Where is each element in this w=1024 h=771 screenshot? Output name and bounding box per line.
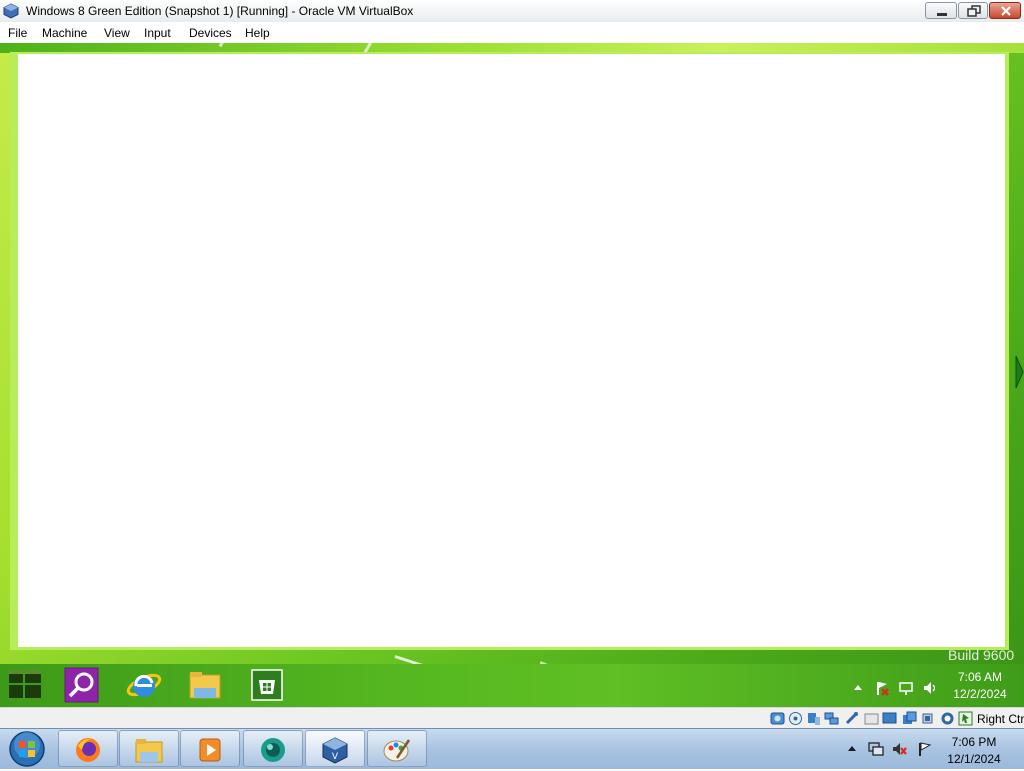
guest-internet-explorer-button[interactable] — [119, 664, 169, 706]
video-capture-icon[interactable] — [902, 711, 917, 726]
guest-file-explorer-button[interactable] — [180, 664, 230, 706]
optical-drive-icon[interactable] — [788, 711, 803, 726]
taskbar-explorer-button[interactable] — [119, 730, 179, 767]
network-icon[interactable] — [824, 711, 839, 726]
guest-taskbar: 7:06 AM 12/2/2024 — [0, 664, 1024, 707]
guest-date: 12/2/2024 — [953, 687, 1007, 701]
close-icon — [1001, 6, 1011, 16]
minimize-icon — [937, 13, 947, 16]
blank-window-content[interactable] — [18, 54, 1005, 647]
vm-statusbar: Right Ctrl — [0, 707, 1024, 729]
host-date: 12/1/2024 — [947, 752, 1001, 766]
svg-text:V: V — [332, 752, 339, 762]
firefox-icon — [76, 738, 100, 762]
close-button[interactable] — [989, 2, 1021, 19]
guest-screen[interactable]: Build 9600 7:06 AM 12/2/2024 — [0, 43, 1024, 707]
paint-icon — [383, 739, 411, 762]
menu-machine[interactable]: Machine — [42, 26, 87, 40]
host-clock[interactable]: 7:06 PM 12/1/2024 — [944, 734, 1004, 768]
volume-muted-icon[interactable] — [892, 741, 908, 757]
menu-help[interactable]: Help — [245, 26, 270, 40]
audio-icon[interactable] — [806, 711, 821, 726]
folder-icon — [189, 672, 221, 699]
network-icon[interactable] — [868, 741, 884, 757]
guest-store-button[interactable] — [242, 664, 292, 706]
teal-app-icon — [261, 738, 285, 762]
show-hidden-icons-icon[interactable] — [850, 680, 866, 696]
guest-additions-icon[interactable] — [940, 711, 955, 726]
taskbar-firefox-button[interactable] — [58, 730, 118, 767]
menu-view[interactable]: View — [104, 26, 130, 40]
restore-button[interactable] — [958, 2, 988, 19]
hard-disk-icon[interactable] — [770, 711, 785, 726]
guest-time: 7:06 AM — [957, 670, 1003, 684]
guest-start-button[interactable] — [0, 664, 50, 706]
menu-devices[interactable]: Devices — [189, 26, 232, 40]
volume-icon[interactable] — [922, 680, 938, 696]
display-icon[interactable] — [882, 711, 897, 726]
folder-icon — [135, 739, 163, 763]
network-icon[interactable] — [898, 680, 914, 696]
windows-orb-icon — [9, 731, 45, 767]
host-start-button[interactable] — [4, 730, 50, 767]
virtualbox-app-icon — [3, 3, 19, 19]
action-center-flag-icon[interactable] — [874, 680, 890, 696]
mouse-integration-icon[interactable] — [958, 711, 973, 726]
store-icon — [251, 669, 283, 701]
taskbar-virtualbox-button[interactable]: V — [305, 730, 365, 767]
host-key-label[interactable]: Right Ctrl — [977, 712, 1024, 726]
window-title: Windows 8 Green Edition (Snapshot 1) [Ru… — [26, 4, 414, 18]
taskbar-paint-button[interactable] — [367, 730, 427, 767]
guest-clock[interactable]: 7:06 AM 12/2/2024 — [950, 669, 1010, 703]
menu-input[interactable]: Input — [144, 26, 171, 40]
virtualbox-icon: V — [322, 737, 348, 764]
menubar: File Machine View Input Devices Help — [0, 22, 1024, 43]
cpu-icon[interactable] — [920, 711, 935, 726]
host-time: 7:06 PM — [951, 735, 997, 749]
media-player-icon — [199, 738, 221, 762]
usb-icon[interactable] — [844, 711, 859, 726]
restore-icon — [967, 5, 981, 17]
search-icon — [64, 667, 99, 703]
charms-arrow-icon[interactable] — [1015, 355, 1024, 389]
action-center-flag-icon[interactable] — [916, 741, 932, 757]
taskbar-teal-app-button[interactable] — [243, 730, 303, 767]
menu-file[interactable]: File — [8, 26, 27, 40]
blank-window-frame — [10, 52, 1009, 650]
show-hidden-icons-icon[interactable] — [844, 741, 860, 757]
internet-explorer-icon — [126, 673, 162, 697]
windows-logo-icon — [9, 670, 41, 698]
host-taskbar: V 7:06 PM 12/1/2024 — [0, 728, 1024, 769]
shared-folders-icon[interactable] — [864, 711, 879, 726]
minimize-button[interactable] — [925, 2, 957, 19]
guest-search-button[interactable] — [56, 664, 106, 706]
build-watermark: Build 9600 — [948, 647, 1015, 663]
taskbar-media-player-button[interactable] — [180, 730, 240, 767]
window-titlebar: Windows 8 Green Edition (Snapshot 1) [Ru… — [0, 0, 1024, 23]
